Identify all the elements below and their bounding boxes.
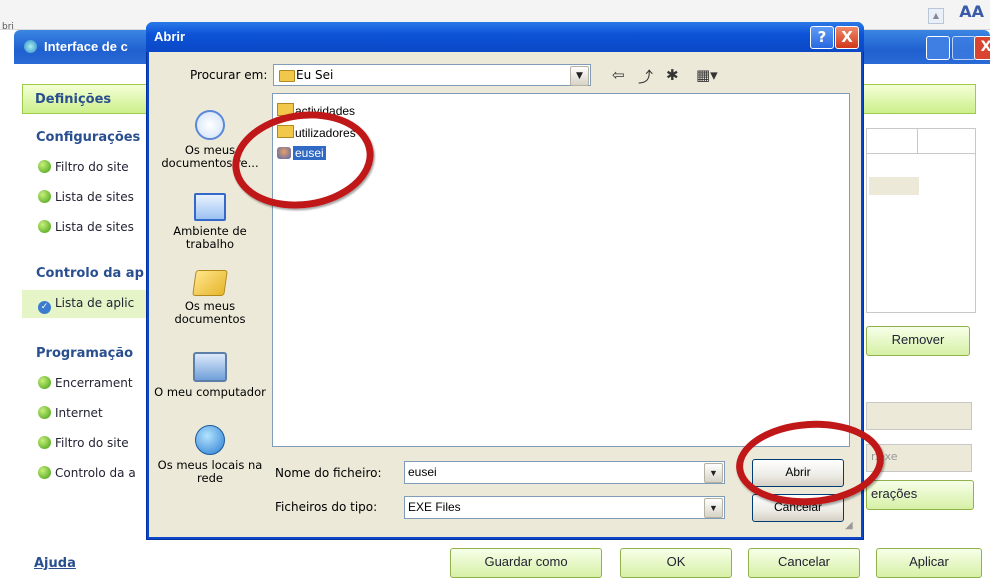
bullet-icon: [38, 406, 51, 419]
place-desktop[interactable]: Ambiente de trabalho: [152, 193, 268, 251]
file-type-select[interactable]: EXE Files ▼: [404, 496, 725, 519]
back-icon[interactable]: ⇦: [612, 66, 625, 84]
file-name-label: Nome do ficheiro:: [275, 466, 382, 480]
nav-item-lista-aplicacoes[interactable]: ✓ Lista de aplic: [38, 296, 134, 314]
nav-item-filtro-site[interactable]: Filtro do site: [38, 160, 129, 174]
bullet-icon: [38, 160, 51, 173]
place-my-documents[interactable]: Os meus documentos: [152, 270, 268, 326]
check-icon: ✓: [38, 301, 51, 314]
open-dialog-titlebar: Abrir ? X: [146, 22, 864, 52]
dialog-close-button[interactable]: X: [835, 26, 859, 49]
chevron-down-icon[interactable]: ▼: [704, 498, 723, 518]
chevron-down-icon[interactable]: ▼: [704, 463, 723, 483]
table-header: [867, 129, 975, 154]
my-computer-icon: [193, 352, 227, 382]
partial-label: bri: [2, 22, 14, 32]
recent-documents-icon: [195, 110, 225, 140]
file-name-input[interactable]: eusei ▼: [404, 461, 725, 484]
place-my-computer[interactable]: O meu computador: [152, 352, 268, 399]
resize-grip-icon[interactable]: ◢: [845, 520, 859, 534]
group-configuracoes: Configurações: [36, 130, 141, 145]
group-controlo: Controlo da ap: [36, 266, 144, 281]
maximize-button[interactable]: [952, 36, 976, 60]
nav-item-filtro-site-2[interactable]: Filtro do site: [38, 436, 129, 450]
nav-item-lista-sites[interactable]: Lista de sites: [38, 190, 134, 204]
nav-item-lista-sites-2[interactable]: Lista de sites: [38, 220, 134, 234]
bullet-icon: [38, 190, 51, 203]
help-link[interactable]: Ajuda: [34, 556, 76, 571]
font-aa-icon[interactable]: AA: [959, 2, 984, 21]
bullet-icon: [38, 436, 51, 449]
definitions-title: Definições: [35, 92, 112, 107]
changes-button[interactable]: erações: [866, 480, 974, 510]
view-menu-icon[interactable]: ▦▾: [696, 66, 718, 84]
nav-item-encerramento[interactable]: Encerrament: [38, 376, 133, 390]
nav-item-controlo[interactable]: Controlo da a: [38, 466, 136, 480]
help-button[interactable]: ?: [810, 26, 834, 49]
remove-button[interactable]: Remover: [866, 326, 970, 356]
applications-table[interactable]: [866, 128, 976, 313]
folder-icon: [279, 70, 295, 82]
bullet-icon: [38, 466, 51, 479]
new-folder-icon[interactable]: ✱: [666, 66, 679, 84]
path-field[interactable]: [866, 402, 972, 430]
my-documents-icon: [192, 270, 228, 296]
network-places-icon: [195, 425, 225, 455]
bullet-icon: [38, 376, 51, 389]
look-in-value: Eu Sei: [296, 68, 334, 82]
file-type-label: Ficheiros do tipo:: [275, 500, 378, 514]
save-as-button[interactable]: Guardar como: [450, 548, 602, 578]
dialog-title: Abrir: [154, 29, 186, 44]
table-row[interactable]: [869, 177, 919, 195]
desktop-icon: [194, 193, 226, 221]
close-button[interactable]: X: [974, 36, 990, 60]
ok-button[interactable]: OK: [620, 548, 732, 578]
up-folder-icon[interactable]: ⤴: [638, 66, 653, 87]
scroll-up-icon[interactable]: ▲: [928, 8, 944, 24]
group-programacao: Programação: [36, 346, 134, 361]
cancel-button[interactable]: Cancelar: [748, 548, 860, 578]
chevron-down-icon[interactable]: ▼: [570, 66, 589, 86]
minimize-button[interactable]: [926, 36, 950, 60]
nav-item-internet[interactable]: Internet: [38, 406, 103, 420]
apply-button[interactable]: Aplicar: [876, 548, 982, 578]
background-window-title: Interface de c: [44, 39, 128, 54]
bullet-icon: [38, 220, 51, 233]
app-icon: [24, 40, 37, 53]
place-network[interactable]: Os meus locais na rede: [152, 425, 268, 485]
look-in-label: Procurar em:: [190, 68, 268, 82]
look-in-dropdown[interactable]: Eu Sei ▼: [273, 64, 591, 86]
